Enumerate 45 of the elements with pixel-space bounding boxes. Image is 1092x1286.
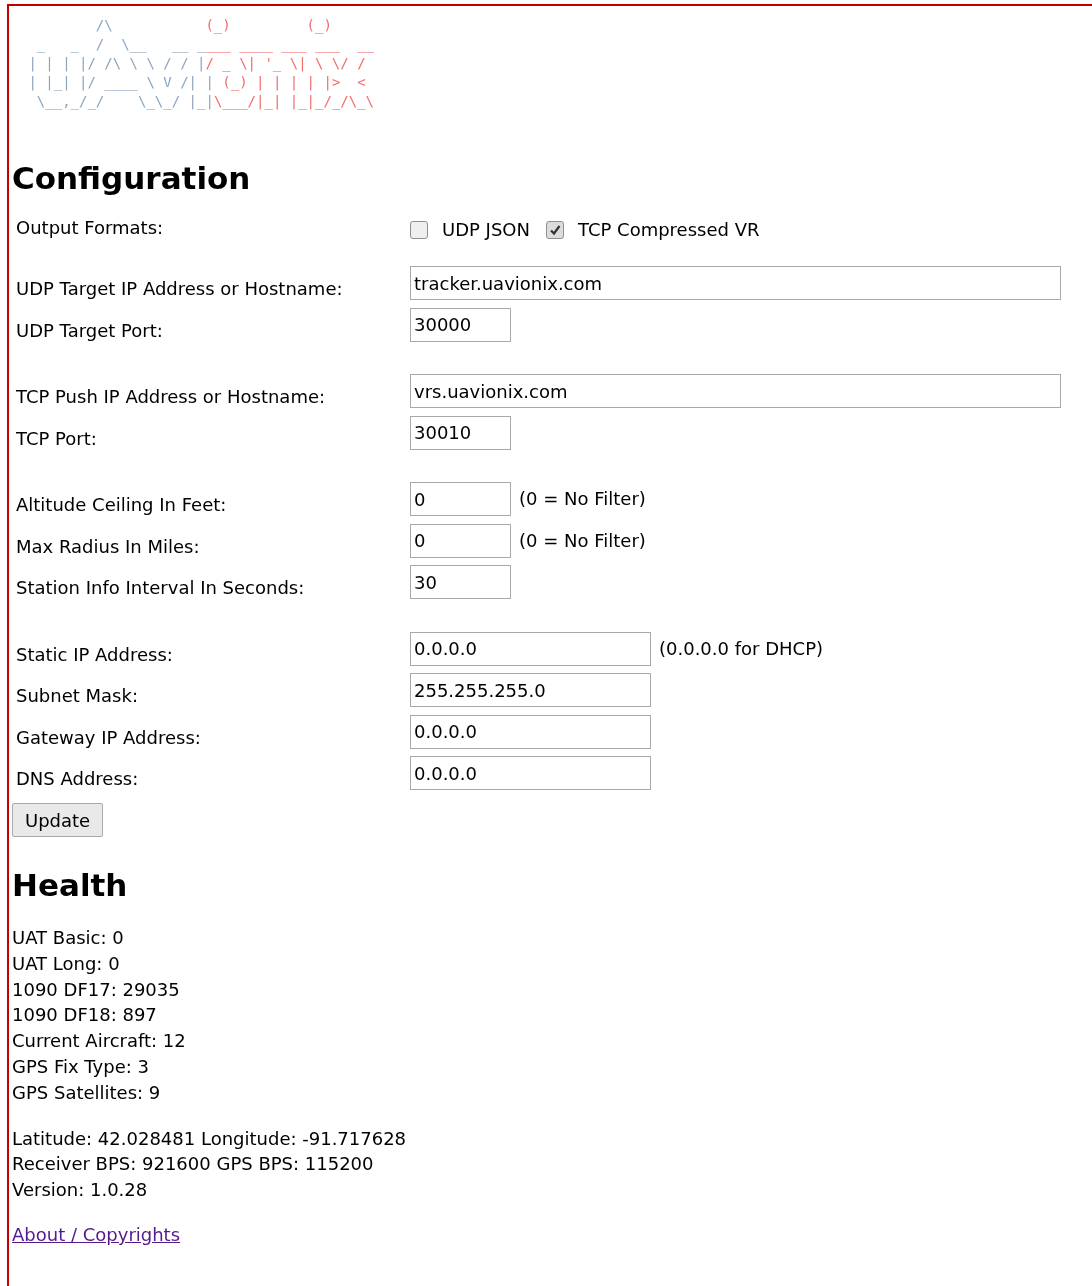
- input-field[interactable]: 30010: [410, 415, 511, 450]
- input-field[interactable]: tracker.uavionix.com: [410, 266, 1061, 300]
- info-text: Latitude: 42.028481 Longitude: -91.717628: [12, 1126, 408, 1151]
- stat-text: GPS Fix Type: 3: [12, 1055, 150, 1079]
- field-label: UDP Target IP Address or Hostname:: [16, 277, 344, 301]
- stat-text: Current Aircraft: 12: [12, 1029, 187, 1054]
- stat-text: 1090 DF18: 897: [12, 1003, 158, 1028]
- update-button[interactable]: Update: [12, 803, 104, 837]
- section-heading: Configuration: [12, 159, 252, 198]
- field-label: Static IP Address:: [16, 642, 174, 667]
- field-label: Altitude Ceiling In Feet:: [16, 493, 228, 517]
- field-label: Output Formats:: [16, 216, 165, 240]
- field-label: TCP Port:: [16, 426, 98, 451]
- input-field[interactable]: 0: [410, 523, 511, 558]
- input-field[interactable]: 0.0.0.0: [410, 714, 651, 749]
- stat-text: UAT Long: 0: [12, 951, 121, 976]
- checkbox-label: TCP Compressed VR: [578, 218, 760, 242]
- input-field[interactable]: 255.255.255.0: [410, 673, 651, 707]
- input-field[interactable]: 30: [410, 565, 511, 599]
- stat-text: UAT Basic: 0: [12, 926, 125, 950]
- hint-text: (0 = No Filter): [519, 528, 646, 553]
- input-field[interactable]: vrs.uavionix.com: [410, 374, 1061, 408]
- checkbox[interactable]: [410, 221, 428, 239]
- input-field[interactable]: 0: [410, 482, 511, 516]
- about-link[interactable]: About / Copyrights: [12, 1220, 181, 1248]
- field-label: Max Radius In Miles:: [16, 534, 201, 559]
- hint-text: (0 = No Filter): [519, 487, 646, 511]
- logo-ascii-art: /\ (_) (_) _ _ / \__ __ ____ ____ ___ ___ __ | | | |/ /\ \ \ / / |/ _ \| '_ \| \ \/ / | |_| |/ ____ \ V /| | (_) | | | | |> < \__,_/_/ \_\_/ |_|\___/|_| |_|_/_/\_\: [27, 16, 376, 112]
- field-label: DNS Address:: [16, 767, 140, 791]
- checkbox[interactable]: [546, 221, 564, 239]
- info-text: Receiver BPS: 921600 GPS BPS: 115200: [12, 1152, 375, 1177]
- input-field[interactable]: 0.0.0.0: [410, 631, 651, 666]
- input-field[interactable]: 0.0.0.0: [410, 756, 651, 790]
- field-label: Station Info Interval In Seconds:: [16, 576, 306, 600]
- section-heading: Health: [12, 866, 129, 905]
- info-text: Version: 1.0.28: [12, 1178, 149, 1203]
- hint-text: (0.0.0.0 for DHCP): [659, 636, 824, 661]
- stat-text: GPS Satellites: 9: [12, 1080, 162, 1105]
- stat-text: 1090 DF17: 29035: [12, 977, 181, 1002]
- field-label: Subnet Mask:: [16, 684, 139, 708]
- field-label: TCP Push IP Address or Hostname:: [16, 385, 327, 409]
- checkbox-label: UDP JSON: [442, 218, 530, 242]
- input-field[interactable]: 30000: [410, 307, 511, 342]
- field-label: UDP Target Port:: [16, 318, 164, 343]
- field-label: Gateway IP Address:: [16, 725, 202, 750]
